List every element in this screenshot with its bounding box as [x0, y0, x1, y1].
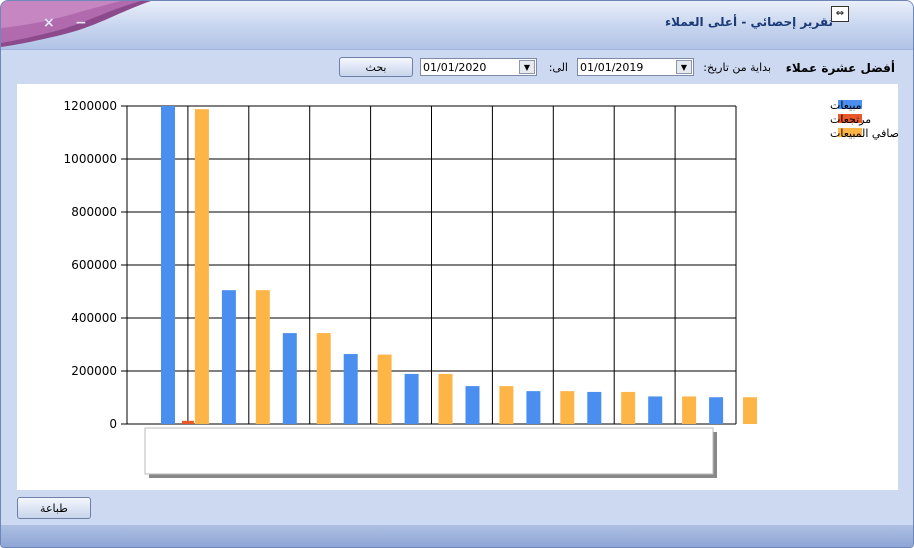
bar-net	[255, 290, 270, 424]
title-swoosh-decoration	[1, 1, 151, 47]
bar-sales	[343, 354, 358, 424]
from-date-picker[interactable]: 01/01/2019 ▼	[577, 58, 694, 76]
bar-net	[438, 373, 453, 424]
bar-sales	[526, 391, 541, 424]
sales-chart: 1200000 1000000 800000 600000 400000 200000 0 م…	[64, 99, 899, 478]
to-date-label: الى:	[548, 61, 568, 74]
legend-label: صافي المبيعات	[830, 127, 898, 140]
bar-sales	[709, 397, 724, 424]
bar-net	[499, 386, 514, 424]
bar-net	[743, 397, 757, 424]
bar-net	[194, 109, 209, 425]
window-title: تقرير إحصائي - أعلى العملاء	[664, 15, 833, 29]
bar-sales	[221, 290, 236, 424]
bar-net	[377, 354, 392, 424]
chart-panel: 1200000 1000000 800000 600000 400000 200000 0 م…	[17, 84, 899, 490]
y-tick-label: 200000	[71, 364, 117, 378]
legend-label: مبيعات	[830, 99, 862, 112]
bar-sales	[648, 396, 663, 424]
bar-net	[560, 391, 575, 424]
report-heading: أفضل عشرة عملاء	[785, 61, 895, 75]
bar-sales	[404, 373, 419, 424]
bar-net	[682, 396, 697, 424]
chevron-down-icon[interactable]: ▼	[519, 60, 535, 74]
title-bar: × − ⇔ تقرير إحصائي - أعلى العملاء	[1, 1, 913, 50]
print-button[interactable]: طباعة	[17, 497, 91, 519]
legend-label: مرتجعات	[830, 113, 871, 126]
y-tick-label: 600000	[71, 258, 117, 272]
from-date-value: 01/01/2019	[580, 61, 644, 74]
y-tick-label: 1200000	[64, 99, 117, 113]
report-window: × − ⇔ تقرير إحصائي - أعلى العملاء أفضل ع…	[0, 0, 914, 548]
y-tick-label: 1000000	[64, 152, 117, 166]
caption-box	[144, 427, 714, 475]
bottom-band	[1, 525, 913, 547]
y-tick-label: 0	[109, 417, 117, 431]
to-date-picker[interactable]: 01/01/2020 ▼	[420, 58, 537, 76]
y-tick-label: 400000	[71, 311, 117, 325]
chevron-down-icon[interactable]: ▼	[676, 60, 692, 74]
bar-sales	[465, 386, 480, 424]
bar-returns	[181, 420, 194, 424]
filter-toolbar: أفضل عشرة عملاء بداية من تاريخ: 01/01/20…	[1, 50, 913, 84]
to-date-value: 01/01/2020	[423, 61, 487, 74]
y-tick-label: 800000	[71, 205, 117, 219]
close-icon[interactable]: ×	[43, 15, 55, 31]
search-button[interactable]: بحث	[339, 57, 413, 77]
bar-sales	[282, 333, 297, 424]
bar-sales	[161, 106, 175, 424]
from-date-label: بداية من تاريخ:	[703, 61, 771, 74]
bar-sales	[587, 391, 602, 424]
bar-net	[316, 333, 331, 424]
bar-net	[621, 391, 636, 424]
resize-icon[interactable]: ⇔	[831, 6, 849, 22]
minimize-icon[interactable]: −	[75, 15, 87, 31]
